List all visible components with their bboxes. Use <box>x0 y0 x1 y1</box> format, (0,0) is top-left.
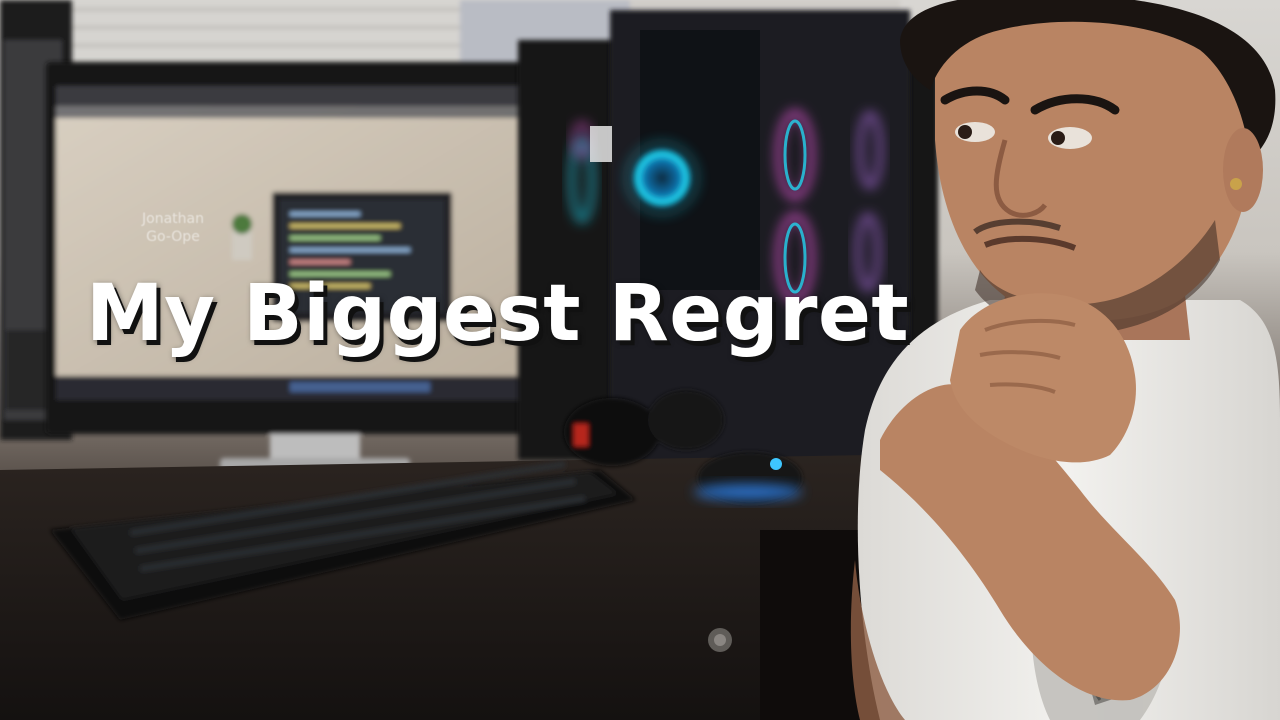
thumbnail-scene: Jonathan Go-Ope My Biggest Regret <box>0 0 1280 720</box>
monitor-name-line1: Jonathan <box>142 211 204 227</box>
background-photo <box>0 0 1280 720</box>
monitor-wallpaper-name: Jonathan Go-Ope <box>118 210 228 246</box>
main-monitor <box>46 62 574 472</box>
thumbnail-title: My Biggest Regret <box>86 269 910 359</box>
monitor-name-line2: Go-Ope <box>146 229 200 245</box>
